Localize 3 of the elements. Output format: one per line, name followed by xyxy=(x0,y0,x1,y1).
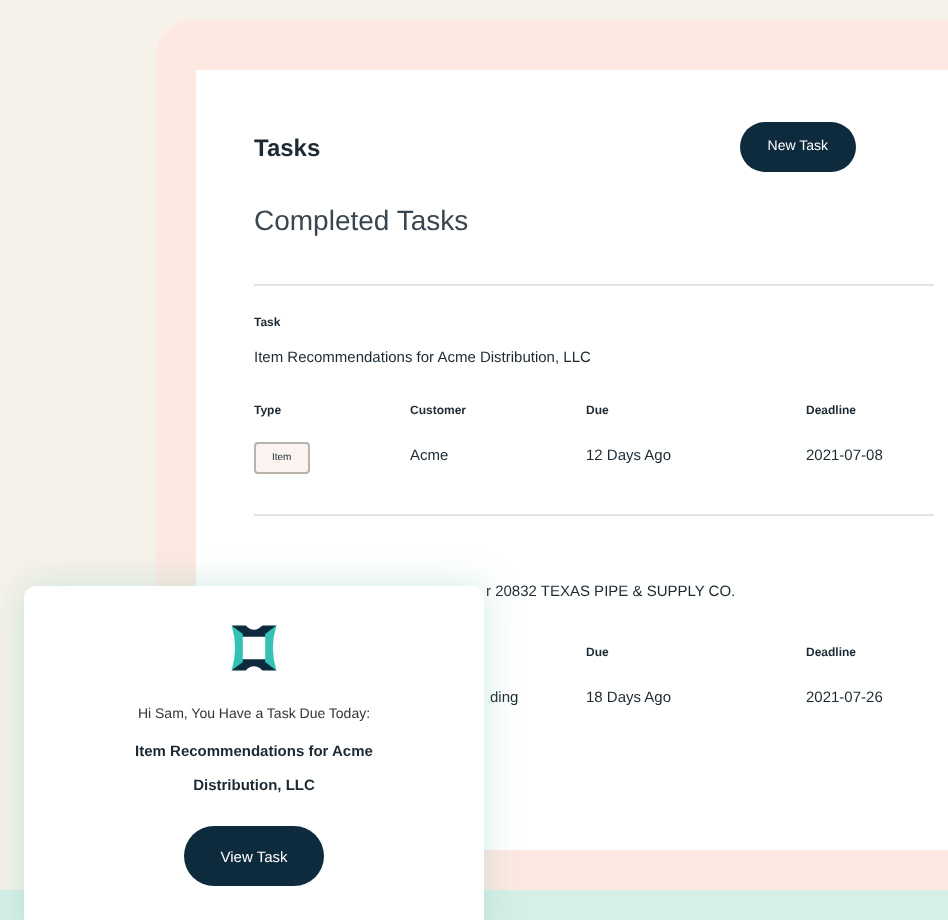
logo-icon xyxy=(226,620,282,676)
page-title: Tasks xyxy=(254,133,321,161)
section-title: Completed Tasks xyxy=(254,204,471,236)
